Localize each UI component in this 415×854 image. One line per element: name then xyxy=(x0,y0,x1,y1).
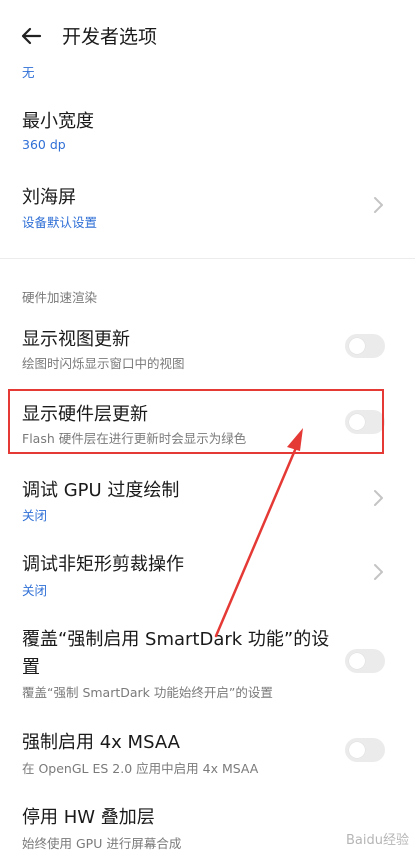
annotation-arrow-icon xyxy=(214,428,303,638)
watermark: Baidu经验 xyxy=(346,833,409,848)
